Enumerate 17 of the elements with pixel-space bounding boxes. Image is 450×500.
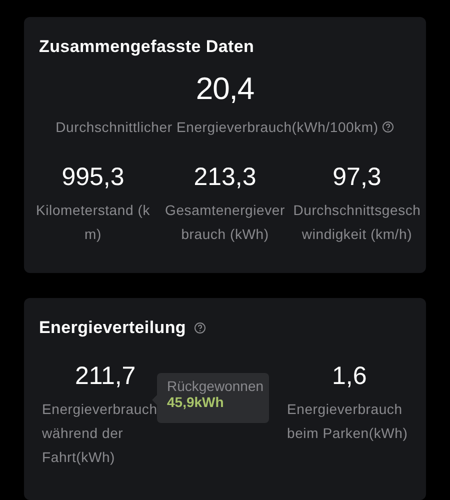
- card-title: Energieverteilung: [39, 318, 186, 338]
- stat-label: Durchschnittsgeschwindigkeit (km/h): [293, 201, 421, 244]
- stat-value: 20,4: [196, 71, 254, 107]
- stat-value: 1,6: [332, 362, 368, 391]
- stat-label: Durchschnittlicher Energieverbrauch(kWh/100km): [56, 119, 378, 135]
- card-title: Zusammengefasste Daten: [39, 37, 254, 57]
- stat-value: 213,3: [194, 163, 256, 192]
- stat-value: 97,3: [332, 163, 382, 192]
- stat-label: Gesamtenergieverbrauch (kWh): [164, 201, 286, 244]
- stat-label: Energieverbrauch beim Parken(kWh): [287, 400, 409, 443]
- stat-value: 211,7: [75, 362, 137, 391]
- help-icon[interactable]: [382, 121, 394, 133]
- stat-label: Energieverbrauch während der Fahrt(kWh): [42, 400, 158, 467]
- stat-value: 995,3: [62, 163, 124, 192]
- tooltip-value: 45,9kWh: [167, 394, 225, 410]
- stat-label: Kilometerstand (km): [34, 201, 152, 244]
- help-icon[interactable]: [194, 322, 206, 334]
